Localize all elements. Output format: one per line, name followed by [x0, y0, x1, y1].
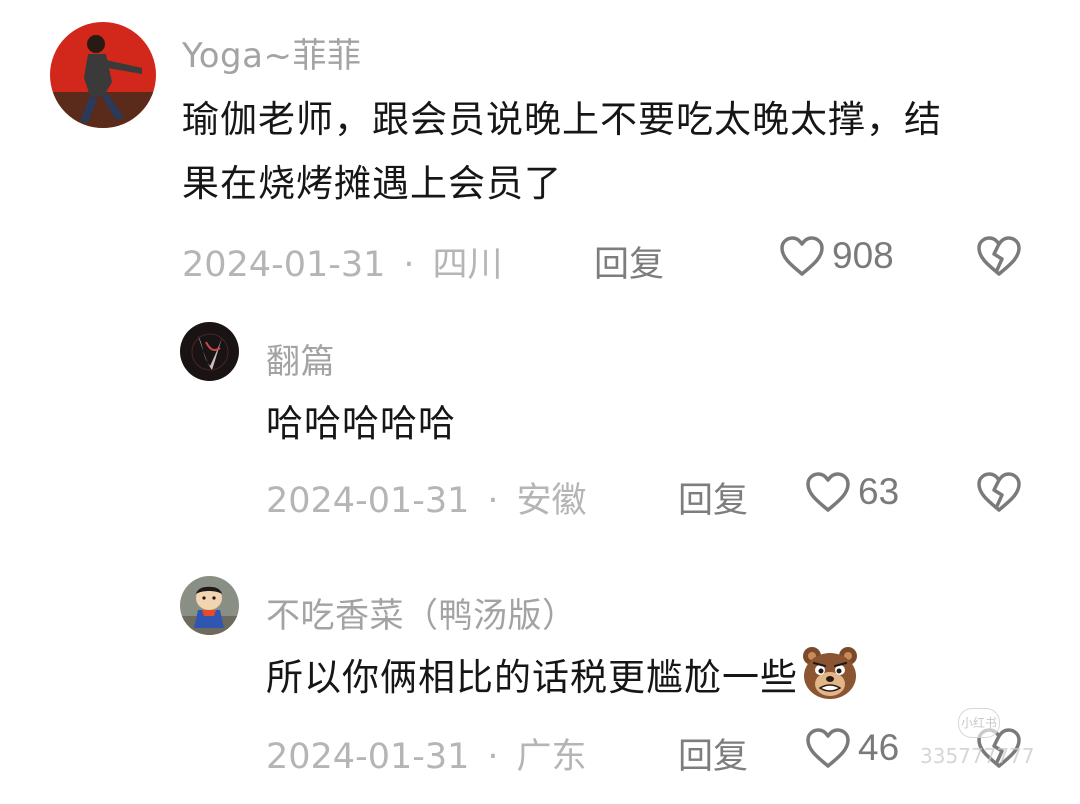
like-button[interactable]: 46 [804, 726, 899, 770]
comment-meta: 2024-01-31 · 广东 [266, 728, 587, 779]
bear-face-emoji [800, 644, 860, 702]
comment-text-content: 所以你俩相比的话税更尴尬一些 [266, 656, 798, 699]
like-count: 46 [858, 727, 900, 768]
user-avatar[interactable] [180, 576, 239, 635]
watermark-logo: 小红书 [958, 708, 1000, 738]
watermark-text: 335777777 [920, 744, 1035, 768]
reply-button[interactable]: 回复 [678, 728, 748, 779]
heart-outline-icon [806, 728, 850, 768]
comment-location: 广东 [516, 737, 587, 777]
meta-separator: · [487, 737, 499, 777]
comment-item-3: 不吃香菜（鸭汤版） 所以你俩相比的话税更尴尬一些 2024-01-31 · 广东 [0, 0, 1080, 804]
username[interactable]: 不吃香菜（鸭汤版） [266, 588, 577, 637]
comment-text: 所以你俩相比的话税更尴尬一些 [266, 646, 986, 710]
avatar-image [180, 576, 239, 635]
comment-date: 2024-01-31 [266, 737, 470, 777]
